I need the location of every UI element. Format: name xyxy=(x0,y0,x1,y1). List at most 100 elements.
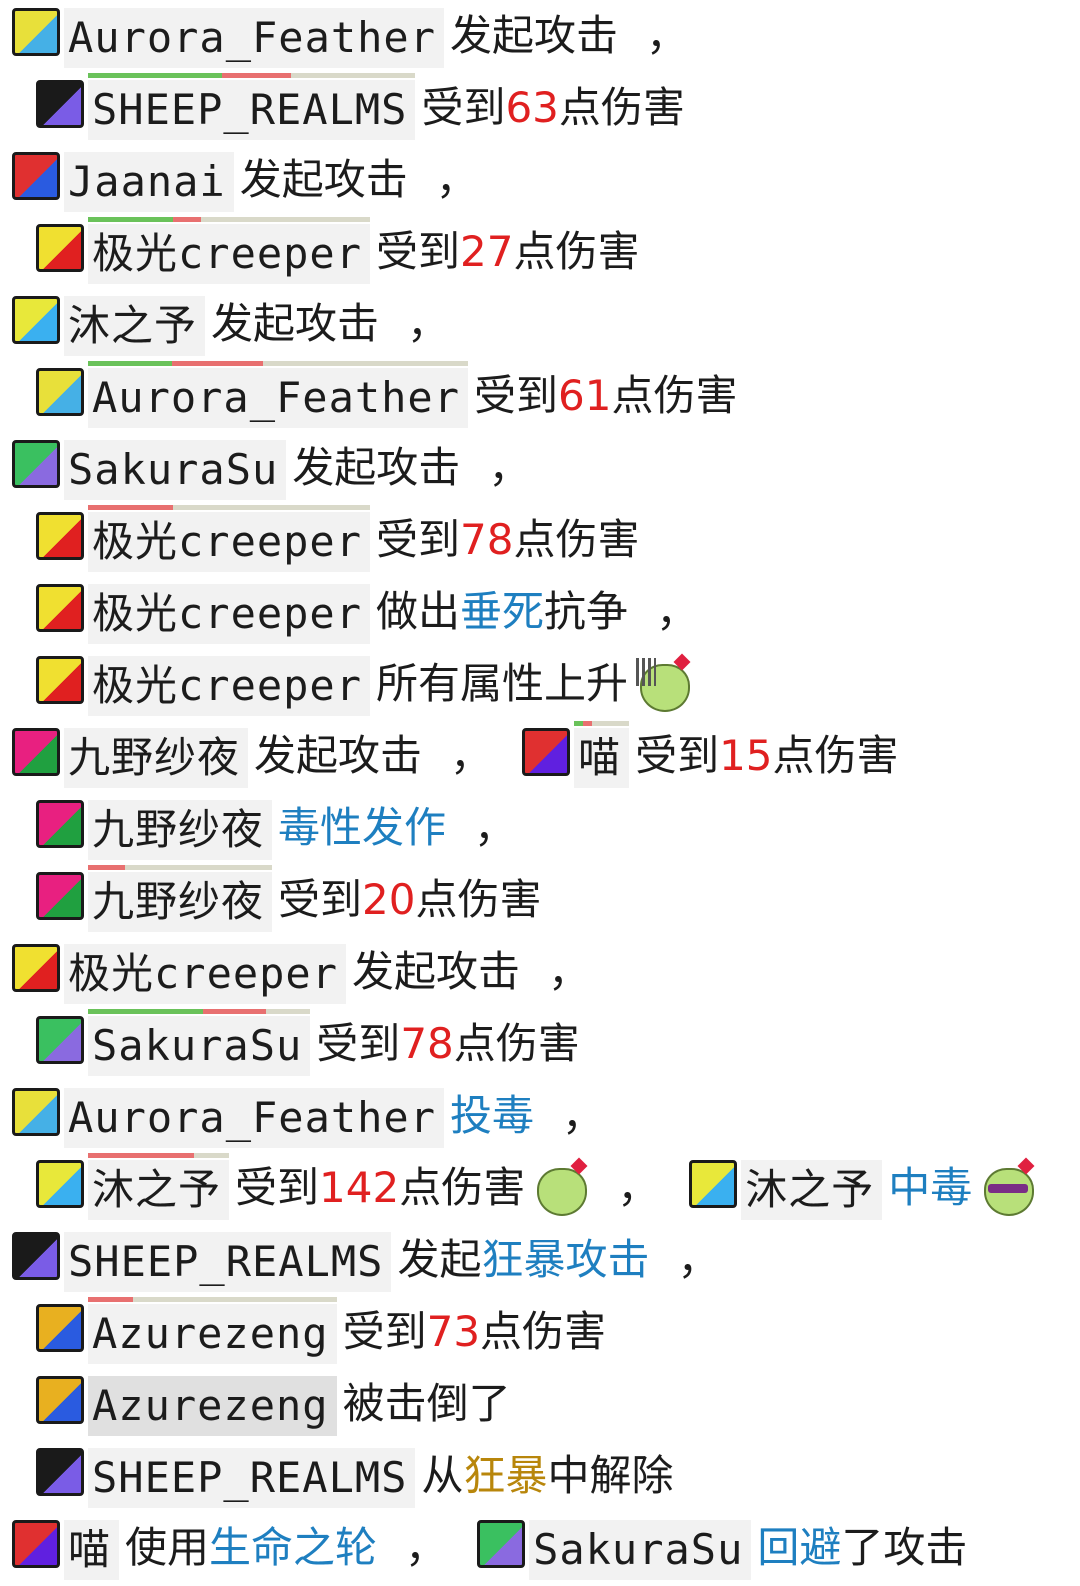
sheep-avatar-icon[interactable] xyxy=(36,80,84,128)
player-name-wrap: 九野纱夜 xyxy=(88,864,273,938)
player-name: Aurora_Feather xyxy=(88,368,469,428)
skill-name: 生命之轮 xyxy=(209,1523,378,1572)
action-text: 发起攻击 xyxy=(239,155,408,204)
player-name: Aurora_Feather xyxy=(64,8,445,68)
comma: ， xyxy=(474,803,517,852)
player-name: 九野纱夜 xyxy=(64,728,249,788)
skill-name: 狂暴攻击 xyxy=(481,1235,650,1284)
hp-lost xyxy=(203,1009,266,1014)
aurora-avatar-icon[interactable] xyxy=(12,8,60,56)
player-name-wrap: 沐之予 xyxy=(64,288,206,362)
action-text: 受到 xyxy=(376,227,461,276)
miao-avatar-icon[interactable] xyxy=(522,728,571,776)
player-name: 极光creeper xyxy=(88,656,371,716)
damage-value: 63 xyxy=(505,83,559,132)
comma: ， xyxy=(450,731,493,780)
miao-avatar-icon[interactable] xyxy=(12,1520,60,1568)
sheep-avatar-icon[interactable] xyxy=(36,1448,84,1496)
player-name: SHEEP_REALMS xyxy=(88,80,416,140)
player-name-wrap: 极光creeper xyxy=(64,936,347,1010)
player-name-wrap: 九野纱夜 xyxy=(88,792,273,866)
action-text: 使用 xyxy=(125,1523,210,1572)
log-line: 极光creeper 受到 27 点伤害 xyxy=(36,216,640,288)
player-name: 极光creeper xyxy=(88,512,371,572)
creeper-avatar-icon[interactable] xyxy=(36,656,84,704)
jiuye-avatar-icon[interactable] xyxy=(12,728,60,776)
action-text: 被击倒了 xyxy=(342,1379,511,1428)
player-name: Azurezeng xyxy=(88,1376,337,1436)
skill-name: 毒性发作 xyxy=(278,803,447,852)
log-line: 沐之予 发起攻击 ， xyxy=(12,288,479,360)
action-text: 抗争 xyxy=(544,587,629,636)
log-line: Azurezeng 被击倒了 xyxy=(36,1368,511,1440)
skill-name: 中毒 xyxy=(888,1163,973,1212)
damage-value: 61 xyxy=(558,371,612,420)
creeper-avatar-icon[interactable] xyxy=(36,584,84,632)
log-line: Azurezeng 受到 73 点伤害 xyxy=(36,1296,606,1368)
hp-remaining xyxy=(88,73,223,78)
log-line: Aurora_Feather 发起攻击 ， xyxy=(12,0,718,72)
sakura-avatar-icon[interactable] xyxy=(477,1520,526,1568)
creeper-avatar-icon[interactable] xyxy=(36,512,84,560)
log-line: SakuraSu 受到 78 点伤害 xyxy=(36,1008,580,1080)
player-name: 沐之予 xyxy=(64,296,206,356)
player-name: 九野纱夜 xyxy=(88,800,273,860)
action-text: 受到 xyxy=(278,875,363,924)
comma: ， xyxy=(488,443,531,492)
action-text: 发起 xyxy=(397,1235,482,1284)
azure-avatar-icon[interactable] xyxy=(36,1376,84,1424)
hp-remaining xyxy=(574,721,584,726)
muzhiyu-avatar-icon[interactable] xyxy=(36,1160,84,1208)
damage-value: 142 xyxy=(319,1163,400,1212)
jaanai-avatar-icon[interactable] xyxy=(12,152,60,200)
player-name-wrap: 喵 xyxy=(574,720,630,794)
sakura-avatar-icon[interactable] xyxy=(36,1016,84,1064)
azure-avatar-icon[interactable] xyxy=(36,1304,84,1352)
sakura-avatar-icon[interactable] xyxy=(12,440,60,488)
damage-value: 20 xyxy=(362,875,416,924)
muzhiyu-avatar-icon[interactable] xyxy=(689,1160,738,1208)
hp-bar xyxy=(88,217,370,222)
action-text: 点伤害 xyxy=(772,731,899,780)
muzhiyu-avatar-icon[interactable] xyxy=(12,296,60,344)
creeper-avatar-icon[interactable] xyxy=(36,224,84,272)
action-text: 中解除 xyxy=(547,1451,674,1500)
hp-remaining xyxy=(88,1009,204,1014)
player-name: SHEEP_REALMS xyxy=(64,1232,392,1292)
player-name-wrap: Azurezeng xyxy=(88,1368,337,1442)
hp-lost xyxy=(583,721,592,726)
hp-lost xyxy=(88,865,125,870)
player-name: 极光creeper xyxy=(64,944,347,1004)
jiuye-avatar-icon[interactable] xyxy=(36,872,84,920)
log-line: 极光creeper 所有属性上升 xyxy=(36,648,692,720)
hp-bar xyxy=(88,1297,337,1302)
cactus-buff-emoji xyxy=(634,653,692,712)
aurora-avatar-icon[interactable] xyxy=(36,368,84,416)
comma: ， xyxy=(435,155,478,204)
jiuye-avatar-icon[interactable] xyxy=(36,800,84,848)
hp-lost xyxy=(88,1153,194,1158)
player-name-wrap: Aurora_Feather xyxy=(64,0,445,74)
action-text: 发起攻击 xyxy=(292,443,461,492)
hp-bar xyxy=(88,73,415,78)
log-line: 极光creeper 发起攻击 ， xyxy=(12,936,620,1008)
player-name-wrap: 喵 xyxy=(64,1512,120,1586)
hp-bar xyxy=(88,865,272,870)
comma: ， xyxy=(548,947,591,996)
skill-name: 回避 xyxy=(757,1523,842,1572)
player-name-wrap: Jaanai xyxy=(64,144,234,218)
player-name-wrap: SHEEP_REALMS xyxy=(88,72,416,146)
action-text: 发起攻击 xyxy=(254,731,423,780)
creeper-avatar-icon[interactable] xyxy=(12,944,60,992)
log-line: Aurora_Feather 受到 61 点伤害 xyxy=(36,360,738,432)
comma: ， xyxy=(656,587,699,636)
player-name: 极光creeper xyxy=(88,584,371,644)
comma: ， xyxy=(677,1235,720,1284)
log-line: 九野纱夜 受到 20 点伤害 xyxy=(36,864,542,936)
log-line: 极光creeper 做出 垂死 抗争 ， xyxy=(36,576,728,648)
sheep-avatar-icon[interactable] xyxy=(12,1232,60,1280)
aurora-avatar-icon[interactable] xyxy=(12,1088,60,1136)
hp-lost xyxy=(88,505,173,510)
action-text: 发起攻击 xyxy=(450,11,619,60)
hp-lost xyxy=(171,361,263,366)
